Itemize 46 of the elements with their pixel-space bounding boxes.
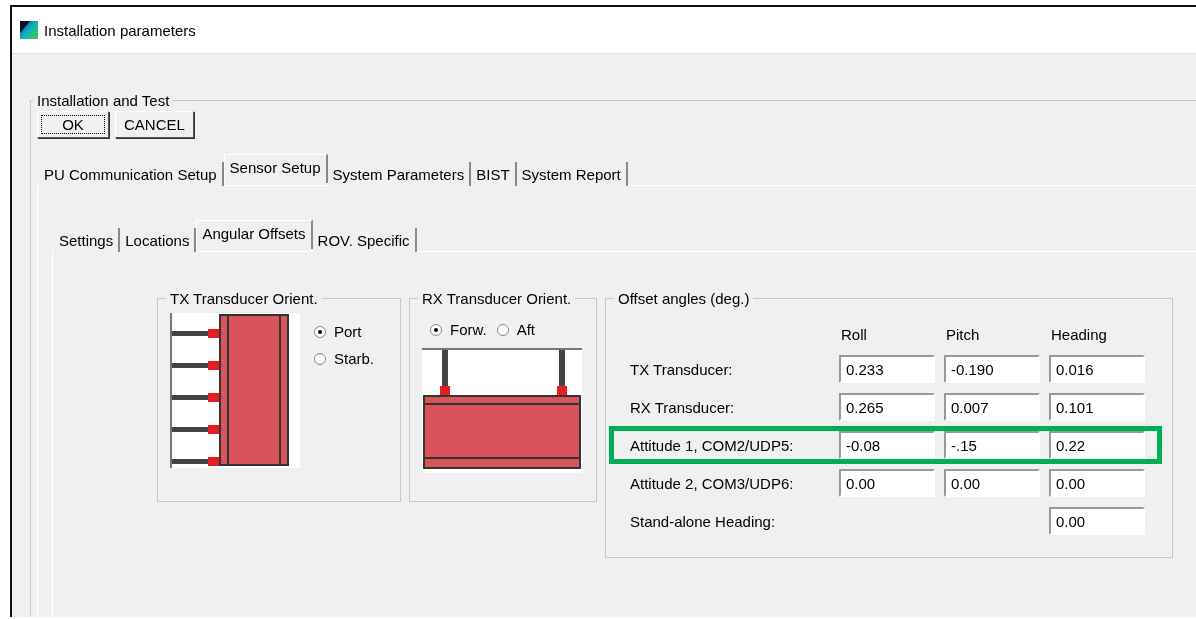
field-label: TX Transducer: xyxy=(630,360,734,378)
radio-option[interactable]: Starb. xyxy=(314,350,375,367)
radio-button[interactable] xyxy=(430,323,442,336)
group-title: RX Transducer Orient. xyxy=(421,290,573,307)
tab[interactable]: ROV. Specific xyxy=(312,228,417,252)
input-field[interactable]: -.15 xyxy=(944,431,1040,459)
tab[interactable]: Settings xyxy=(54,228,121,252)
tab[interactable]: System Report xyxy=(516,162,628,186)
radio-option[interactable]: Port xyxy=(314,323,375,340)
radio-button[interactable] xyxy=(496,323,509,336)
column-header: Roll xyxy=(840,325,868,345)
group-title: Installation and Test xyxy=(36,92,171,109)
tab[interactable]: Sensor Setup xyxy=(223,154,328,183)
field-label: Attitude 1, COM2/UDP5: xyxy=(630,436,795,454)
tab[interactable]: Locations xyxy=(120,228,197,252)
radio-option[interactable]: Aft xyxy=(496,321,536,338)
field-label: Attitude 2, COM3/UDP6: xyxy=(630,474,795,492)
input-field[interactable]: 0.00 xyxy=(839,469,935,497)
radio-button[interactable] xyxy=(314,325,326,338)
input-field[interactable]: -0.190 xyxy=(944,355,1040,383)
ok-button[interactable]: OK xyxy=(37,111,109,138)
input-field[interactable]: 0.22 xyxy=(1049,431,1145,459)
field-label: RX Transducer: xyxy=(630,398,736,416)
group-title: Offset angles (deg.) xyxy=(617,290,751,307)
input-field[interactable]: 0.016 xyxy=(1049,355,1145,383)
radio-option[interactable]: Forw. xyxy=(430,321,487,338)
column-header: Heading xyxy=(1050,325,1108,345)
tab[interactable]: PU Communication Setup xyxy=(39,162,224,186)
tab[interactable]: Angular Offsets xyxy=(196,220,313,249)
input-field[interactable]: 0.00 xyxy=(1049,507,1145,535)
input-field[interactable]: 0.00 xyxy=(1049,469,1145,497)
input-field[interactable]: 0.233 xyxy=(839,355,935,383)
input-field[interactable]: 0.265 xyxy=(839,393,935,421)
cancel-button[interactable]: CANCEL xyxy=(115,111,194,138)
field-label: Stand-alone Heading: xyxy=(630,512,777,530)
radio-button[interactable] xyxy=(314,352,326,365)
group-title: TX Transducer Orient. xyxy=(169,290,319,307)
input-field[interactable]: 0.101 xyxy=(1049,393,1145,421)
column-header: Pitch xyxy=(945,325,981,345)
tab[interactable]: BIST xyxy=(471,162,517,186)
input-field[interactable]: -0.08 xyxy=(839,431,935,459)
app-icon xyxy=(20,21,38,39)
input-field[interactable]: 0.007 xyxy=(944,393,1040,421)
tab[interactable]: System Parameters xyxy=(327,162,472,186)
window-title: Installation parameters xyxy=(44,21,196,39)
input-field[interactable]: 0.00 xyxy=(944,469,1040,497)
